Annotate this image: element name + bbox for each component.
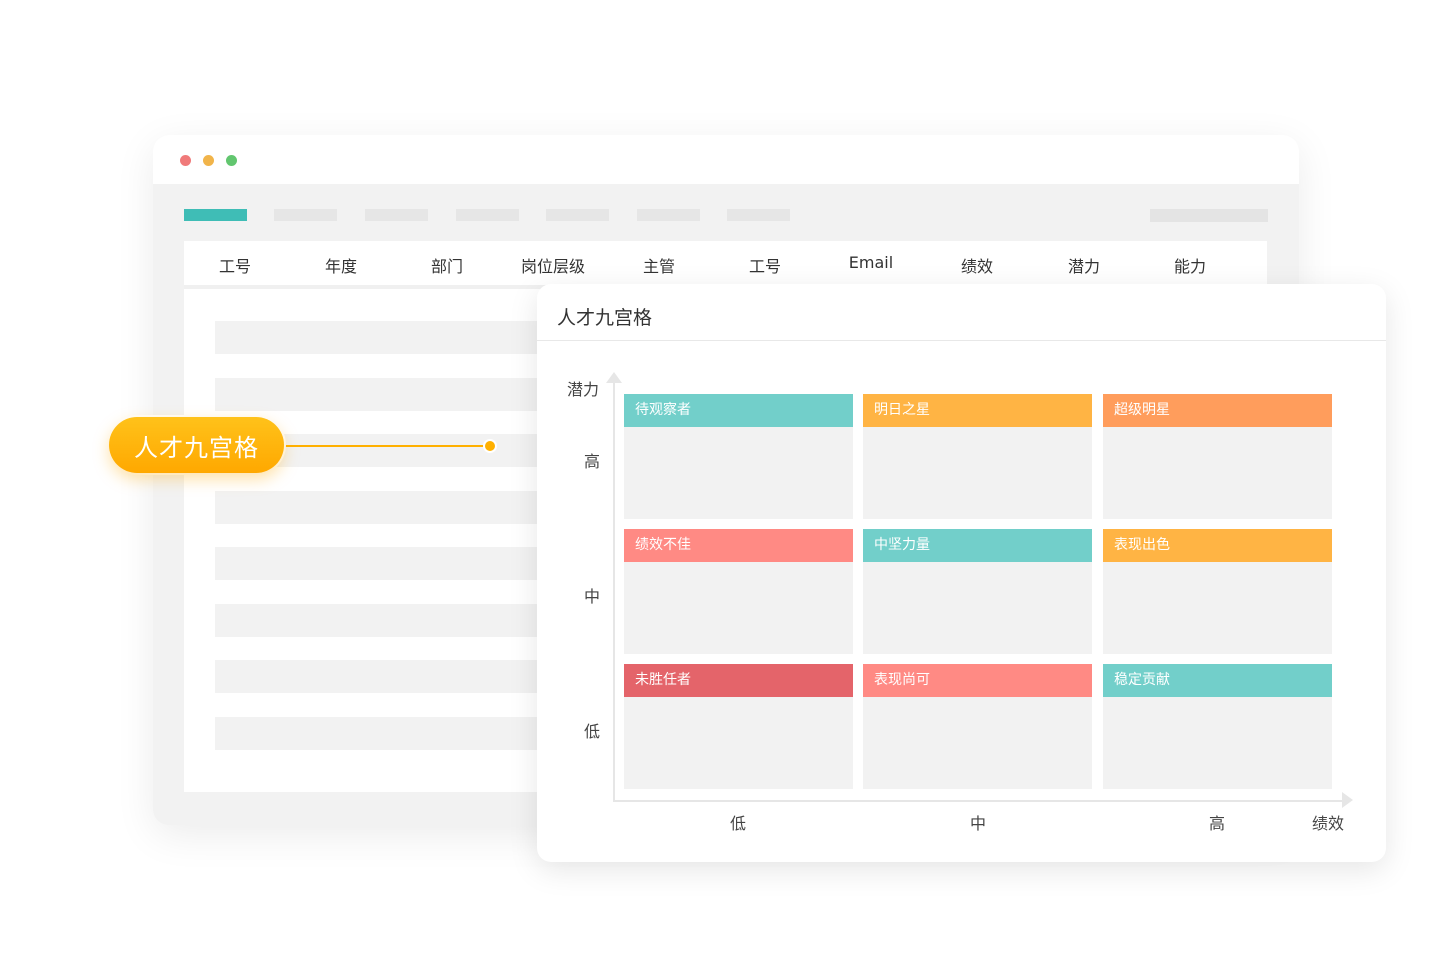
panel-title: 人才九宫格 bbox=[557, 307, 653, 329]
x-axis bbox=[613, 800, 1343, 802]
cell-header: 待观察者 bbox=[624, 394, 853, 427]
x-axis-arrow-icon bbox=[1342, 792, 1353, 808]
column-header[interactable]: 工号 bbox=[180, 253, 290, 277]
y-axis-arrow-icon bbox=[606, 372, 622, 383]
column-header[interactable]: Email bbox=[816, 253, 926, 272]
y-axis bbox=[613, 378, 615, 802]
grid-cell-core[interactable]: 中坚力量 bbox=[863, 529, 1092, 654]
close-window-button[interactable] bbox=[180, 155, 191, 166]
tab-5[interactable] bbox=[546, 209, 609, 221]
x-axis-level: 低 bbox=[730, 814, 747, 833]
cell-header: 超级明星 bbox=[1103, 394, 1332, 427]
y-axis-level: 高 bbox=[584, 452, 601, 471]
cell-header: 表现出色 bbox=[1103, 529, 1332, 562]
cell-header: 绩效不佳 bbox=[624, 529, 853, 562]
column-header[interactable]: 工号 bbox=[710, 253, 820, 277]
tab-active[interactable] bbox=[184, 209, 247, 221]
panel-divider bbox=[537, 340, 1386, 341]
grid-cell-steady-contributor[interactable]: 稳定贡献 bbox=[1103, 664, 1332, 789]
search-placeholder-bar[interactable] bbox=[1150, 209, 1268, 222]
title-bar bbox=[153, 135, 1299, 184]
grid-cell-unqualified[interactable]: 未胜任者 bbox=[624, 664, 853, 789]
grid-cell-superstar[interactable]: 超级明星 bbox=[1103, 394, 1332, 519]
cell-header: 稳定贡献 bbox=[1103, 664, 1332, 697]
tab-2[interactable] bbox=[274, 209, 337, 221]
grid-cell-acceptable[interactable]: 表现尚可 bbox=[863, 664, 1092, 789]
grid-cell-high-performer[interactable]: 表现出色 bbox=[1103, 529, 1332, 654]
maximize-window-button[interactable] bbox=[226, 155, 237, 166]
column-header[interactable]: 绩效 bbox=[922, 253, 1032, 277]
column-header[interactable]: 能力 bbox=[1135, 253, 1245, 277]
y-axis-title: 潜力 bbox=[567, 380, 600, 399]
callout-connector-line bbox=[284, 445, 488, 447]
tab-3[interactable] bbox=[365, 209, 428, 221]
table-header: 工号 年度 部门 岗位层级 主管 工号 Email 绩效 潜力 能力 bbox=[184, 241, 1267, 289]
column-header[interactable]: 部门 bbox=[392, 253, 502, 277]
callout-connector-dot bbox=[485, 441, 495, 451]
grid-cell-watch[interactable]: 待观察者 bbox=[624, 394, 853, 519]
grid-cell-rising-star[interactable]: 明日之星 bbox=[863, 394, 1092, 519]
x-axis-level: 高 bbox=[1209, 814, 1226, 833]
y-axis-level: 低 bbox=[584, 722, 601, 741]
minimize-window-button[interactable] bbox=[203, 155, 214, 166]
x-axis-title: 绩效 bbox=[1312, 814, 1345, 833]
cell-header: 中坚力量 bbox=[863, 529, 1092, 562]
column-header[interactable]: 岗位层级 bbox=[498, 253, 608, 277]
grid-cell-underperformer[interactable]: 绩效不佳 bbox=[624, 529, 853, 654]
x-axis-level: 中 bbox=[970, 814, 987, 833]
column-header[interactable]: 潜力 bbox=[1029, 253, 1139, 277]
stage: 工号 年度 部门 岗位层级 主管 工号 Email 绩效 潜力 能力 人才九宫格 bbox=[0, 0, 1451, 959]
cell-header: 明日之星 bbox=[863, 394, 1092, 427]
cell-header: 表现尚可 bbox=[863, 664, 1092, 697]
column-header[interactable]: 主管 bbox=[604, 253, 714, 277]
nine-box-panel: 人才九宫格 潜力 高 中 低 低 中 高 绩效 待观察者 明日之星 超级明星 绩… bbox=[537, 284, 1386, 862]
cell-header: 未胜任者 bbox=[624, 664, 853, 697]
tab-4[interactable] bbox=[456, 209, 519, 221]
y-axis-level: 中 bbox=[584, 587, 601, 606]
callout-pill: 人才九宫格 bbox=[109, 417, 284, 473]
tab-6[interactable] bbox=[637, 209, 700, 221]
tab-7[interactable] bbox=[727, 209, 790, 221]
column-header[interactable]: 年度 bbox=[286, 253, 396, 277]
